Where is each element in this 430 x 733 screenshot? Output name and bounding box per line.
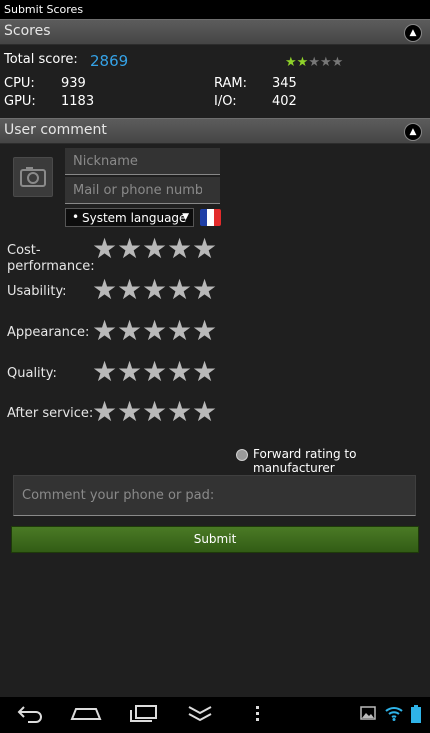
user-comment-header[interactable]: User comment ▲ bbox=[0, 118, 430, 144]
star-icon[interactable]: ★ bbox=[167, 358, 192, 386]
star-icon[interactable]: ★ bbox=[92, 235, 117, 263]
star-icon: ★ bbox=[308, 55, 320, 70]
wifi-icon bbox=[385, 707, 403, 721]
forward-label[interactable]: Forward rating to manufacturer bbox=[253, 447, 430, 475]
gpu-label: GPU: bbox=[4, 94, 36, 109]
star-icon[interactable]: ★ bbox=[192, 276, 217, 304]
star-icon[interactable]: ★ bbox=[92, 358, 117, 386]
title-bar: Submit Scores bbox=[0, 0, 430, 19]
star-icon[interactable]: ★ bbox=[167, 398, 192, 426]
nickname-field[interactable] bbox=[65, 148, 220, 175]
camera-icon[interactable] bbox=[13, 157, 53, 197]
star-icon[interactable]: ★ bbox=[142, 276, 167, 304]
rating-label-usability: Usability: bbox=[7, 284, 67, 299]
rating-label-after-service: After service: bbox=[7, 406, 94, 421]
gallery-icon bbox=[360, 706, 376, 720]
battery-icon bbox=[411, 705, 421, 723]
star-icon[interactable]: ★ bbox=[142, 398, 167, 426]
io-value: 402 bbox=[272, 94, 297, 109]
total-score-value: 2869 bbox=[90, 52, 129, 70]
star-icon[interactable]: ★ bbox=[192, 358, 217, 386]
hide-keyboard-icon[interactable] bbox=[186, 703, 214, 723]
cpu-value: 939 bbox=[61, 76, 86, 91]
menu-icon[interactable] bbox=[254, 703, 262, 723]
dropdown-arrow-icon: ▼ bbox=[182, 212, 189, 222]
star-icon[interactable]: ★ bbox=[192, 398, 217, 426]
star-icon: ★ bbox=[285, 55, 297, 70]
gpu-value: 1183 bbox=[61, 94, 95, 109]
scores-header-label: Scores bbox=[4, 23, 51, 39]
collapse-scores-icon[interactable]: ▲ bbox=[404, 24, 422, 42]
system-navbar bbox=[0, 697, 430, 733]
star-icon: ★ bbox=[319, 55, 332, 70]
star-icon[interactable]: ★ bbox=[117, 317, 142, 345]
home-icon[interactable] bbox=[70, 703, 102, 723]
star-icon[interactable]: ★ bbox=[142, 235, 167, 263]
comment-field[interactable] bbox=[13, 475, 416, 516]
language-value: System language bbox=[82, 211, 187, 225]
forward-radio[interactable] bbox=[236, 449, 248, 461]
collapse-comment-icon[interactable]: ▲ bbox=[404, 123, 422, 141]
rating-stars-after-service[interactable]: ★ ★ ★ ★ ★ bbox=[92, 398, 220, 426]
star-icon[interactable]: ★ bbox=[117, 398, 142, 426]
io-label: I/O: bbox=[214, 94, 237, 109]
rating-stars-quality[interactable]: ★ ★ ★ ★ ★ bbox=[92, 358, 220, 386]
score-stars: ★★★★★ bbox=[285, 51, 343, 70]
rating-label-appearance: Appearance: bbox=[7, 325, 90, 340]
star-icon[interactable]: ★ bbox=[142, 317, 167, 345]
window-title: Submit Scores bbox=[4, 3, 84, 16]
nickname-input[interactable] bbox=[65, 148, 210, 174]
star-icon[interactable]: ★ bbox=[92, 398, 117, 426]
rating-label-cost-line1: Cost- bbox=[7, 243, 41, 258]
back-icon[interactable] bbox=[16, 703, 44, 723]
scores-header[interactable]: Scores ▲ bbox=[0, 19, 430, 45]
star-icon[interactable]: ★ bbox=[92, 276, 117, 304]
bullet-icon: • bbox=[72, 210, 80, 224]
user-comment-header-label: User comment bbox=[4, 122, 107, 138]
star-icon: ★ bbox=[296, 55, 309, 70]
language-select[interactable]: • System language ▼ bbox=[65, 208, 194, 227]
total-score-label: Total score: bbox=[4, 52, 78, 67]
star-icon[interactable]: ★ bbox=[167, 317, 192, 345]
star-icon[interactable]: ★ bbox=[167, 276, 192, 304]
contact-input[interactable] bbox=[65, 177, 210, 203]
ram-label: RAM: bbox=[214, 76, 247, 91]
star-icon[interactable]: ★ bbox=[117, 235, 142, 263]
french-flag-icon[interactable] bbox=[200, 209, 221, 226]
rating-stars-cost[interactable]: ★ ★ ★ ★ ★ bbox=[92, 235, 220, 263]
star-icon[interactable]: ★ bbox=[192, 317, 217, 345]
recent-apps-icon[interactable] bbox=[128, 703, 160, 723]
star-icon: ★ bbox=[331, 55, 344, 70]
star-icon[interactable]: ★ bbox=[167, 235, 192, 263]
rating-stars-usability[interactable]: ★ ★ ★ ★ ★ bbox=[92, 276, 220, 304]
star-icon[interactable]: ★ bbox=[142, 358, 167, 386]
star-icon[interactable]: ★ bbox=[192, 235, 217, 263]
star-icon[interactable]: ★ bbox=[117, 358, 142, 386]
comment-input[interactable] bbox=[14, 476, 415, 515]
cpu-label: CPU: bbox=[4, 76, 35, 91]
rating-stars-appearance[interactable]: ★ ★ ★ ★ ★ bbox=[92, 317, 220, 345]
contact-field[interactable] bbox=[65, 177, 220, 204]
star-icon[interactable]: ★ bbox=[92, 317, 117, 345]
star-icon[interactable]: ★ bbox=[117, 276, 142, 304]
rating-label-quality: Quality: bbox=[7, 366, 57, 381]
rating-label-cost-line2: performance: bbox=[7, 259, 95, 274]
ram-value: 345 bbox=[272, 76, 297, 91]
submit-button[interactable]: Submit bbox=[11, 526, 419, 553]
